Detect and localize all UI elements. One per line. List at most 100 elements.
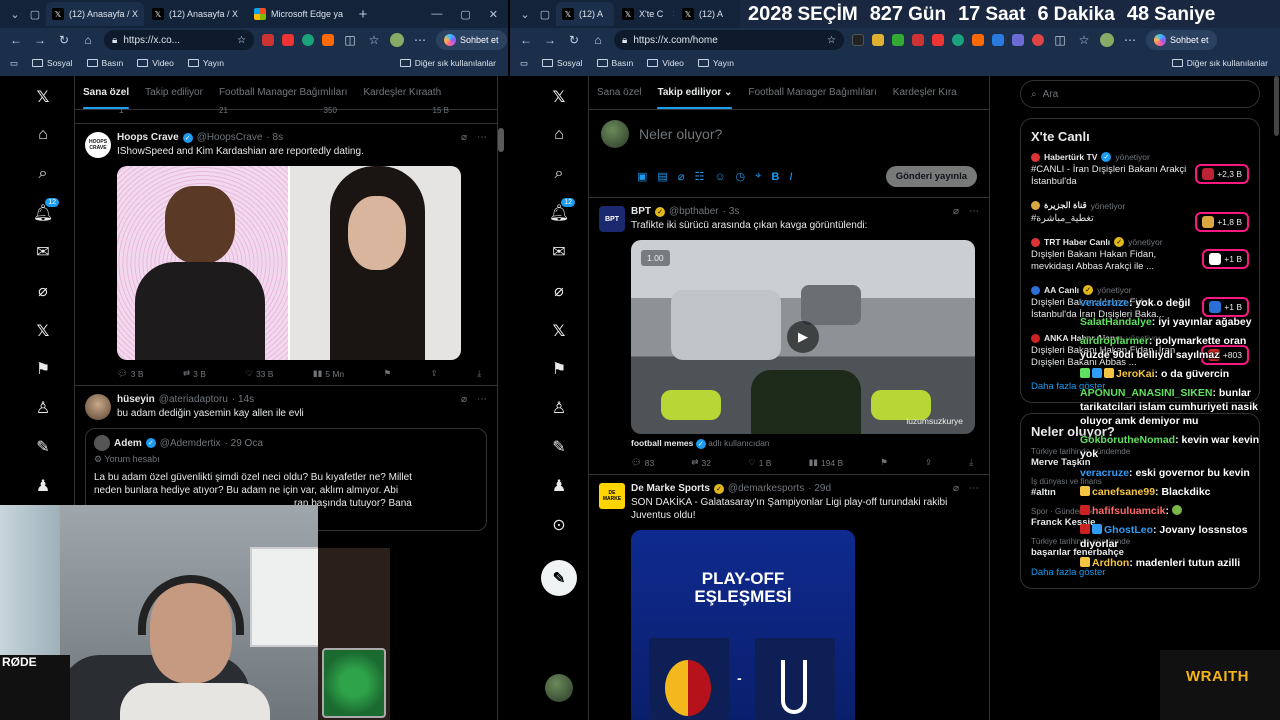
favorite-folder[interactable]: Video [137, 58, 174, 68]
location-icon[interactable]: ⌖ [755, 170, 761, 183]
profile-nav-icon[interactable]: ♟ [547, 474, 571, 498]
extension-icon[interactable] [852, 34, 864, 46]
tab-following[interactable]: Takip ediliyor [137, 76, 211, 109]
live-listeners-badge[interactable]: +2,3 B [1195, 164, 1249, 184]
reply-button[interactable]: 💬︎ 83 [631, 457, 654, 468]
tab-actions-icon[interactable]: ⌄ [6, 5, 24, 23]
extension-icon[interactable] [872, 34, 884, 46]
reply-button[interactable]: 💬︎ 3 B [117, 368, 144, 379]
post-fab-button[interactable]: ✎ [541, 560, 577, 596]
notifications-nav-icon[interactable]: 🔔︎ 12 [547, 197, 576, 225]
search-box[interactable]: ⌕ Ara [1020, 80, 1260, 108]
grok-nav-icon[interactable]: ⌀ [547, 279, 571, 303]
lists-nav-icon[interactable]: ✎ [31, 435, 55, 459]
grok-image-icon[interactable]: ⌀ [678, 170, 685, 183]
post-hoops-crave[interactable]: HOOPS CRAVE Hoops Crave ✓ @HoopsCrave · … [75, 124, 497, 386]
extension-icon[interactable] [912, 34, 924, 46]
live-listeners-badge[interactable]: +1,8 B [1195, 212, 1249, 232]
video-speed-badge[interactable]: 1.00 [641, 250, 670, 266]
poll-icon[interactable]: ☷ [694, 170, 704, 183]
bold-icon[interactable]: B [771, 171, 779, 183]
live-listeners-badge[interactable]: +1 B [1202, 249, 1249, 269]
extension-icon[interactable] [952, 34, 964, 46]
post-handle[interactable]: @ateriadaptoru [159, 394, 228, 405]
address-bar[interactable]: 🔒︎ https://x.co... ☆ [104, 30, 254, 50]
more-options-icon[interactable]: ⋯ [477, 132, 487, 143]
back-icon[interactable]: ← [8, 32, 24, 48]
left-tab-3[interactable]: Microsoft Edge ya ✕ [248, 2, 352, 26]
post-time[interactable]: · 8s [266, 132, 283, 143]
bookmark-icon[interactable]: ⚑ [384, 368, 392, 379]
grok-icon[interactable]: ⌀ [953, 483, 959, 494]
post-image[interactable] [117, 166, 461, 360]
right-scrollbar[interactable] [1274, 76, 1279, 136]
extension-icon[interactable] [892, 34, 904, 46]
live-item[interactable]: Habertürk TV ✓ yönetiyor #CANLI - İran Dış… [1031, 152, 1249, 188]
post-de-marke[interactable]: DE MARKE De Marke Sports ✓ @demarkesport… [589, 475, 989, 720]
new-tab-icon[interactable]: + [354, 5, 372, 23]
home-icon[interactable]: ⌂ [590, 32, 606, 48]
grok-icon[interactable]: ⌀ [461, 132, 467, 143]
post-avatar[interactable]: BPT [599, 206, 625, 232]
post-handle[interactable]: @demarkesports [728, 483, 804, 494]
tab-for-you[interactable]: Sana özel [589, 76, 649, 109]
extension-icon[interactable] [932, 34, 944, 46]
schedule-icon[interactable]: ◷ [736, 170, 746, 183]
download-icon[interactable]: ⤓ [477, 368, 481, 379]
compose-input[interactable]: Neler oluyor? [639, 126, 722, 142]
favorites-tab-icon[interactable]: ▭ [520, 58, 528, 69]
refresh-icon[interactable]: ↻ [566, 32, 582, 48]
post-time[interactable]: · 14s [232, 394, 254, 405]
more-nav-icon[interactable]: ⊙ [547, 513, 571, 537]
notifications-nav-icon[interactable]: 🔔︎ 12 [31, 197, 60, 225]
extension-icon[interactable] [282, 34, 294, 46]
extension-icon[interactable] [972, 34, 984, 46]
profile-avatar[interactable] [1100, 33, 1114, 47]
more-options-icon[interactable]: ⋯ [477, 394, 487, 405]
forward-icon[interactable]: → [32, 32, 48, 48]
home-icon[interactable]: ⌂ [80, 32, 96, 48]
split-screen-icon[interactable]: ◫ [1052, 32, 1068, 48]
tab-actions-icon[interactable]: ⌄ [516, 5, 534, 23]
post-time[interactable]: · 29d [808, 483, 831, 494]
extension-icon[interactable] [1012, 34, 1024, 46]
extension-icon[interactable] [262, 34, 274, 46]
profile-avatar[interactable] [390, 33, 404, 47]
favorite-folder[interactable]: Yayın [697, 58, 734, 68]
image-icon[interactable]: ▣ [637, 170, 647, 183]
like-button[interactable]: ♡ 33 B [245, 368, 273, 379]
grok-nav-icon[interactable]: ⌀ [31, 279, 55, 303]
emoji-icon[interactable]: ☺ [714, 171, 725, 183]
maximize-icon[interactable]: ▢ [460, 8, 470, 21]
post-avatar[interactable]: HOOPS CRAVE [85, 132, 111, 158]
post-time[interactable]: · 3s [723, 206, 740, 217]
publish-button[interactable]: Gönderi yayınla [885, 166, 977, 187]
live-item[interactable]: قناة الجزيرة yönetiyor #تغطية_مباشرة +1,8… [1031, 200, 1249, 232]
explore-nav-icon[interactable]: ⌕ [547, 162, 571, 186]
home-nav-icon[interactable]: ⌂ [547, 123, 571, 147]
grok-icon[interactable]: ⌀ [953, 206, 959, 217]
favorite-folder[interactable]: Sosyal [542, 58, 583, 68]
views-button[interactable]: ▮▮ 5 Mn [313, 368, 344, 379]
grok-icon[interactable]: ⌀ [461, 394, 467, 405]
post-handle[interactable]: @bpthaber [669, 206, 719, 217]
post-author[interactable]: De Marke Sports [631, 483, 710, 494]
address-bar[interactable]: 🔒︎ https://x.com/home ☆ [614, 30, 844, 50]
premium-nav-icon[interactable]: 𝕏 [31, 318, 55, 342]
account-avatar[interactable] [545, 674, 573, 702]
favorite-folder[interactable]: Yayın [187, 58, 224, 68]
share-icon[interactable]: ⇪ [925, 457, 932, 468]
profile-nav-icon[interactable]: ♟ [31, 474, 55, 498]
like-button[interactable]: ♡ 1 B [748, 457, 771, 468]
favorite-folder[interactable]: Sosyal [32, 58, 73, 68]
right-tab-1[interactable]: 𝕏 (12) A [556, 2, 614, 26]
other-favorites[interactable]: Diğer sık kullanılanlar [399, 58, 496, 68]
tab-following[interactable]: Takip ediliyor ⌄ [649, 76, 740, 109]
copilot-chat-button[interactable]: Sohbet et [436, 30, 507, 50]
favorites-icon[interactable]: ☆ [366, 32, 382, 48]
premium-nav-icon[interactable]: 𝕏 [547, 318, 571, 342]
home-nav-icon[interactable]: ⌂ [31, 123, 55, 147]
more-icon[interactable]: ⋯ [412, 32, 428, 48]
post-video[interactable]: 1.00 ▶ luzumsuzkurye [631, 240, 975, 434]
close-tab-icon[interactable]: ✕ [672, 9, 674, 20]
